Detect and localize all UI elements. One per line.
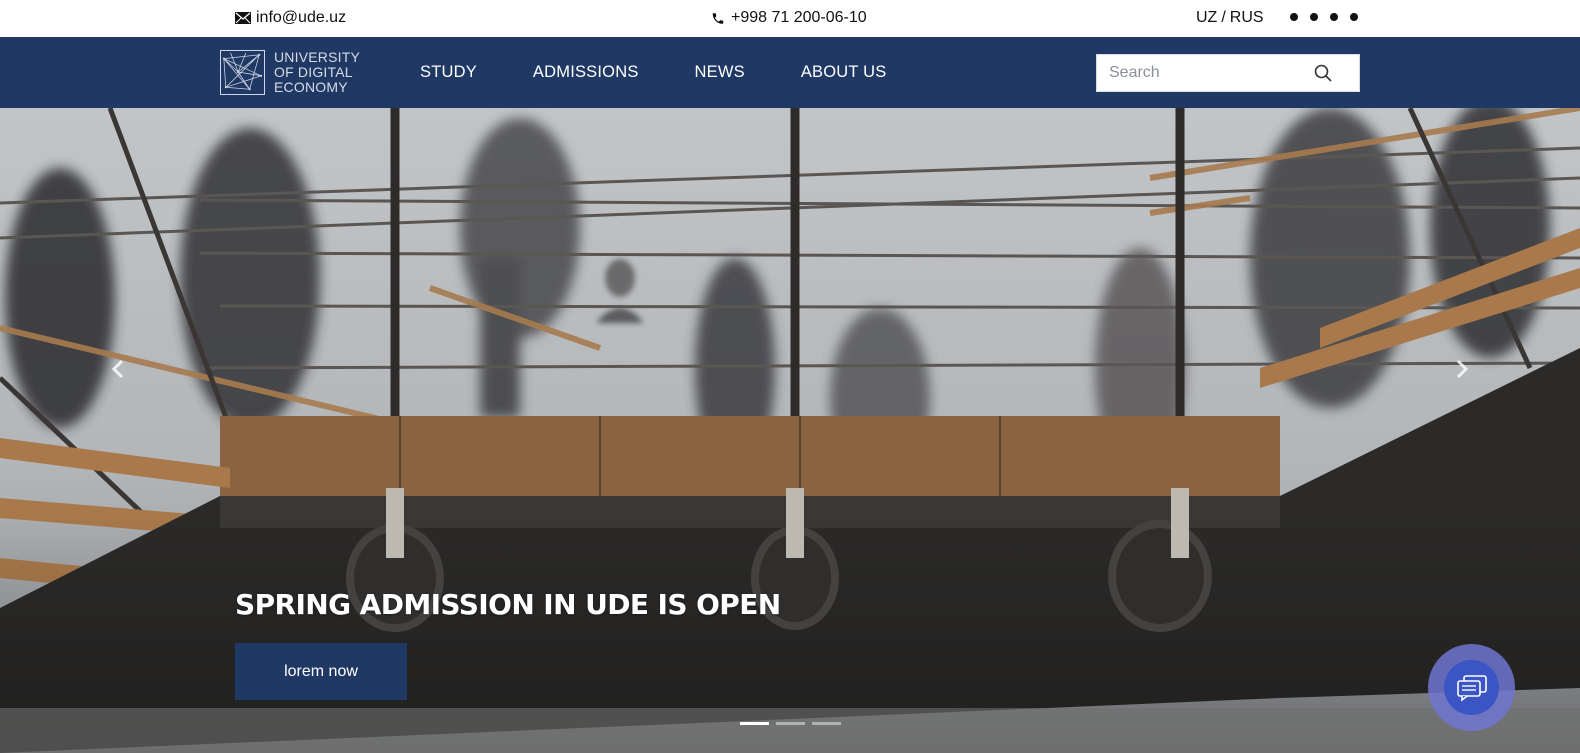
email-link[interactable]: info@ude.uz	[235, 9, 346, 27]
social-icon-3[interactable]	[1330, 13, 1338, 21]
social-icon-1[interactable]	[1290, 13, 1298, 21]
slide-indicator-2[interactable]	[776, 722, 805, 725]
hero-cta-button[interactable]: lorem now	[235, 643, 407, 700]
chat-widget-inner	[1444, 660, 1499, 715]
chat-widget-button[interactable]	[1428, 644, 1515, 731]
main-navbar: UNIVERSITY OF DIGITAL ECONOMY STUDY ADMI…	[0, 37, 1580, 108]
site-logo[interactable]: UNIVERSITY OF DIGITAL ECONOMY	[220, 50, 360, 95]
social-icon-2[interactable]	[1310, 13, 1318, 21]
social-links	[1290, 13, 1358, 21]
logo-wordmark: UNIVERSITY OF DIGITAL ECONOMY	[274, 50, 360, 95]
phone-link[interactable]: +998 71 200-06-10	[711, 9, 867, 27]
chevron-right-icon[interactable]	[1450, 358, 1472, 380]
primary-nav: STUDY ADMISSIONS NEWS ABOUT US	[420, 37, 943, 108]
language-switcher: UZ / RUS	[1196, 9, 1264, 27]
slide-indicators	[740, 722, 841, 725]
logo-network-icon	[220, 50, 265, 95]
logo-line-2: OF DIGITAL	[274, 64, 353, 80]
search-icon[interactable]	[1313, 63, 1333, 83]
phone-text: +998 71 200-06-10	[731, 9, 867, 26]
chat-icon	[1456, 674, 1487, 702]
social-icon-4[interactable]	[1350, 13, 1358, 21]
lang-ru-link[interactable]: RUS	[1230, 9, 1264, 27]
chevron-left-icon[interactable]	[108, 358, 130, 380]
search-input[interactable]	[1097, 55, 1307, 91]
hero-slider: SPRING ADMISSION IN UDE IS OPEN lorem no…	[0, 108, 1580, 753]
logo-line-1: UNIVERSITY	[274, 49, 361, 65]
phone-icon	[712, 12, 724, 24]
email-text: info@ude.uz	[256, 9, 347, 26]
nav-admissions[interactable]: ADMISSIONS	[533, 63, 639, 82]
lang-uz-link[interactable]: UZ	[1196, 9, 1217, 27]
nav-study[interactable]: STUDY	[420, 63, 477, 82]
envelope-icon	[235, 12, 251, 24]
lang-separator: /	[1221, 9, 1226, 26]
search-box	[1096, 54, 1360, 92]
logo-line-3: ECONOMY	[274, 79, 348, 95]
nav-about-us[interactable]: ABOUT US	[801, 63, 887, 82]
slide-indicator-1[interactable]	[740, 722, 769, 725]
hero-title: SPRING ADMISSION IN UDE IS OPEN	[235, 588, 781, 621]
top-contact-bar: info@ude.uz +998 71 200-06-10 UZ / RUS	[0, 0, 1580, 37]
slide-indicator-3[interactable]	[812, 722, 841, 725]
nav-news[interactable]: NEWS	[695, 63, 745, 82]
